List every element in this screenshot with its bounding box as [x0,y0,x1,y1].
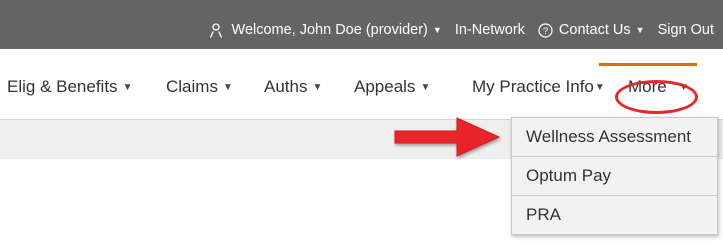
nav-elig-benefits[interactable]: Elig & Benefits ▼ [7,77,132,97]
chevron-down-icon: ▼ [635,24,645,35]
nav-appeals[interactable]: Appeals ▼ [354,77,430,97]
in-network-label: In-Network [454,22,525,38]
nav-claims[interactable]: Claims ▼ [166,77,233,97]
nav-auths[interactable]: Auths ▼ [264,77,322,97]
nav-item-label: Elig & Benefits [7,77,118,96]
contact-us-menu[interactable]: ? Contact Us ▼ [538,22,645,38]
chevron-down-icon: ▼ [122,81,133,93]
more-dropdown-menu: Wellness Assessment Optum Pay PRA [511,117,718,235]
chevron-down-icon: ▼ [222,81,233,93]
user-icon [209,22,222,38]
svg-text:?: ? [543,26,548,37]
page: Welcome, John Doe (provider) ▼ In-Networ… [0,0,723,245]
chevron-down-icon: ▼ [432,24,442,35]
nav-my-practice-info[interactable]: My Practice Info ▼ [472,77,605,97]
welcome-user-menu[interactable]: Welcome, John Doe (provider) ▼ [209,22,442,38]
annotation-arrow-icon [394,117,501,157]
top-utility-bar: Welcome, John Doe (provider) ▼ In-Networ… [0,0,723,49]
nav-item-label: Claims [166,77,218,96]
nav-more[interactable]: More ▼ [628,77,689,97]
nav-item-label: My Practice Info [472,77,594,96]
in-network-link[interactable]: In-Network [455,22,525,38]
contact-us-label: Contact Us [558,22,631,38]
nav-item-label: More [628,77,667,96]
menu-item-optum-pay[interactable]: Optum Pay [512,157,717,196]
chevron-down-icon: ▼ [420,81,431,93]
chevron-down-icon: ▼ [594,81,605,93]
nav-item-label: Auths [264,77,308,96]
top-utility-items: Welcome, John Doe (provider) ▼ In-Networ… [209,22,714,38]
nav-item-label: Appeals [354,77,416,96]
chevron-down-icon: ▼ [312,81,323,93]
main-nav: Elig & Benefits ▼ Claims ▼ Auths ▼ Appea… [0,49,723,119]
help-icon: ? [538,22,553,38]
menu-item-wellness-assessment[interactable]: Wellness Assessment [512,118,717,157]
sign-out-link[interactable]: Sign Out [658,22,714,38]
menu-item-pra[interactable]: PRA [512,196,717,234]
sign-out-label: Sign Out [657,22,714,38]
active-nav-underline [599,63,697,66]
welcome-text: Welcome, John Doe (provider) [231,22,428,38]
chevron-down-icon: ▼ [678,81,689,93]
